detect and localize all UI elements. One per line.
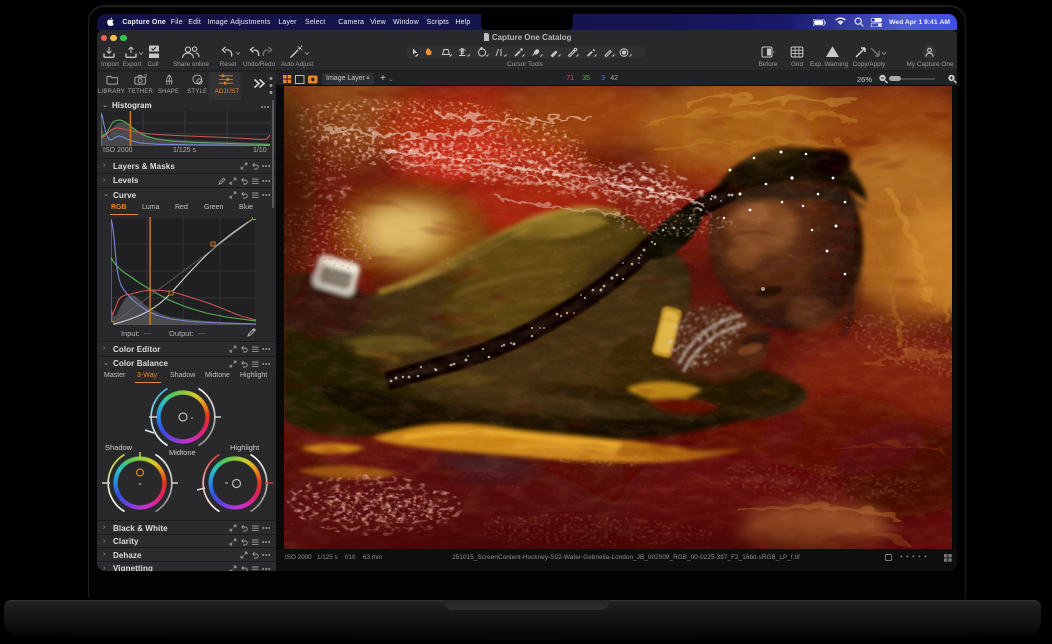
svg-text:0: 0 bbox=[145, 74, 148, 78]
